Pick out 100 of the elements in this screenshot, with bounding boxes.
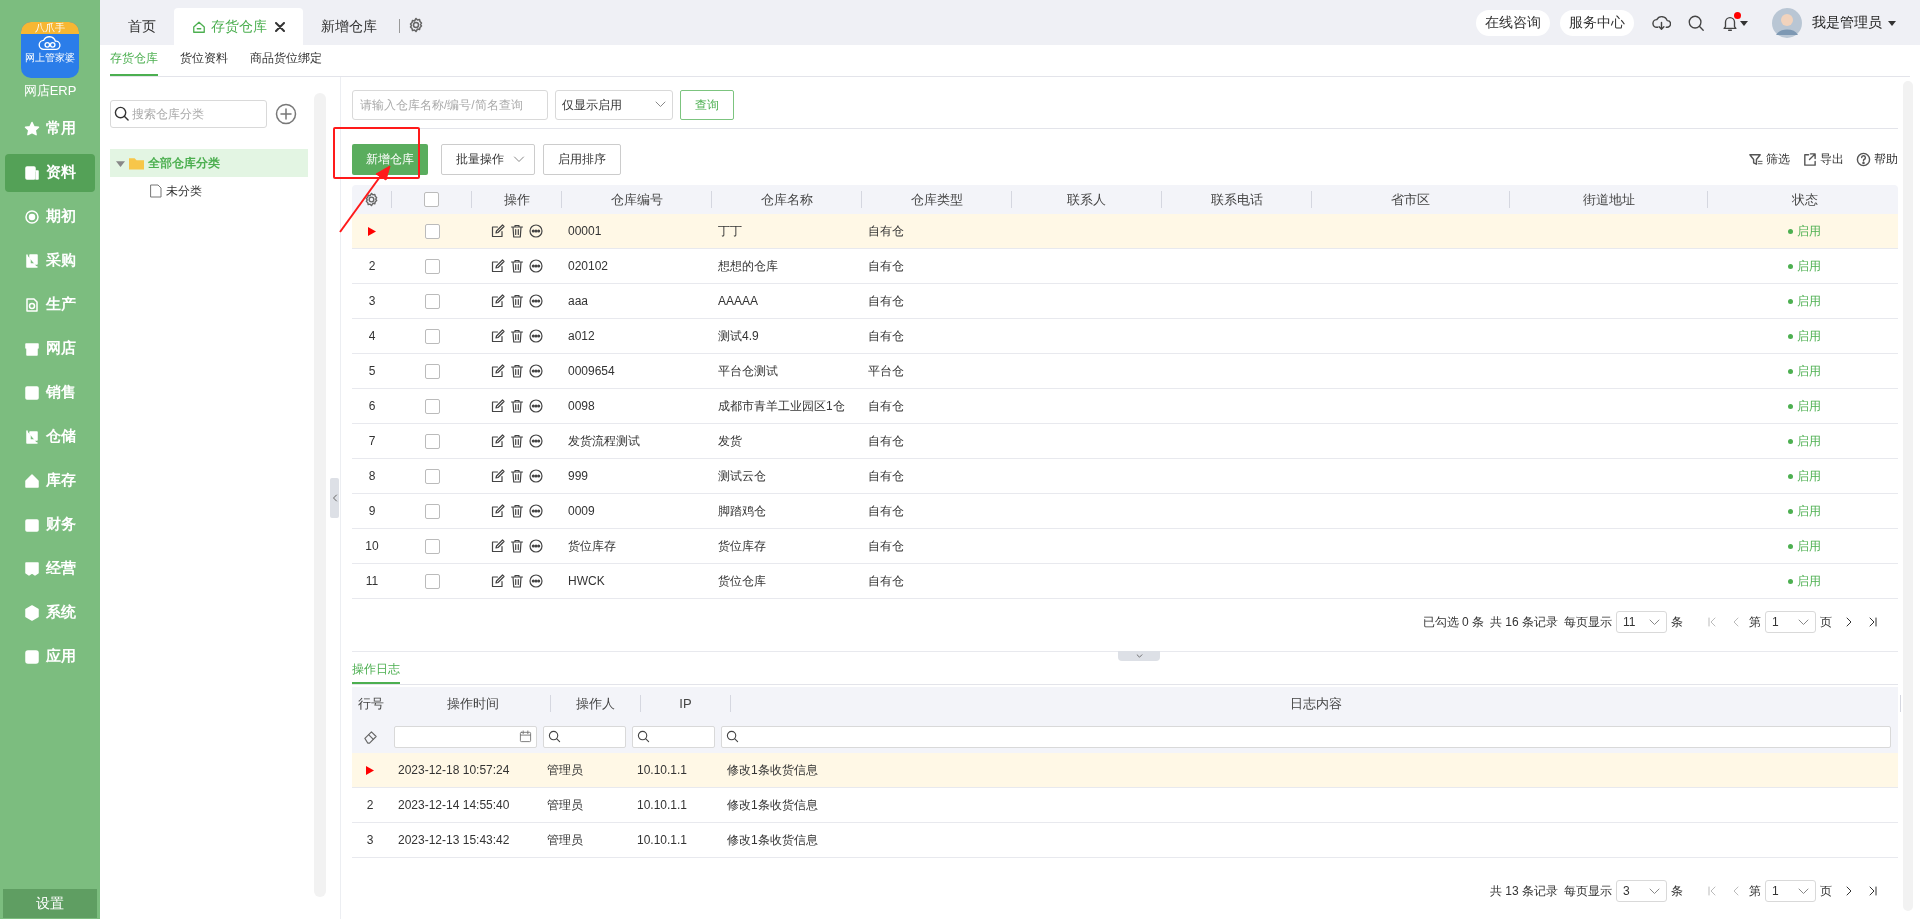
batch-actions-button[interactable]: 批量操作 [441, 143, 535, 175]
table-cell-text: 平台仓测试 [718, 363, 778, 380]
toolbar-link[interactable]: 导出 [1802, 150, 1844, 168]
edit-icon[interactable] [491, 259, 505, 273]
edit-icon[interactable] [491, 329, 505, 343]
checkbox[interactable] [424, 398, 440, 414]
trash-icon[interactable] [510, 539, 524, 553]
trash-icon[interactable] [510, 434, 524, 448]
trash-icon[interactable] [510, 329, 524, 343]
search-field[interactable]: 请输入仓库名称/编号/简名查询 [352, 89, 548, 120]
checkbox[interactable] [424, 192, 439, 207]
search-icon[interactable] [1687, 13, 1705, 32]
table-cell-text: 脚踏鸡仓 [718, 503, 766, 520]
subtab[interactable]: 商品货位绑定 [250, 49, 322, 76]
more-icon[interactable] [529, 224, 543, 238]
header-link[interactable]: 在线咨询 [1476, 9, 1550, 36]
edit-icon[interactable] [491, 504, 505, 518]
toolbar-link[interactable]: 帮助 [1856, 150, 1898, 168]
row-pointer-icon [366, 765, 374, 775]
filter-field[interactable] [632, 725, 715, 748]
more-icon[interactable] [529, 294, 543, 308]
checkbox[interactable] [424, 293, 440, 309]
toolbar-link[interactable]: 筛选 [1748, 150, 1790, 168]
checkbox[interactable] [424, 573, 440, 589]
page-dropdown[interactable]: 1 [1765, 611, 1816, 633]
page-size-dropdown[interactable]: 3 [1616, 880, 1667, 902]
tab[interactable]: 首页 [110, 8, 174, 45]
date-filter-field[interactable] [394, 725, 537, 748]
checkbox[interactable] [424, 363, 440, 379]
checkbox[interactable] [424, 503, 440, 519]
filter-field[interactable] [543, 725, 626, 748]
trash-icon[interactable] [510, 364, 524, 378]
chevron-down-icon [1649, 887, 1660, 895]
cloud-icon [37, 34, 63, 52]
user-menu[interactable]: 我是管理员 [1812, 12, 1896, 33]
more-icon[interactable] [529, 364, 543, 378]
trash-icon[interactable] [510, 574, 524, 588]
table-cell-text: 自有仓 [868, 328, 904, 345]
edit-icon[interactable] [491, 364, 505, 378]
edit-icon[interactable] [491, 574, 505, 588]
search-field[interactable]: 搜索仓库分类 [110, 100, 267, 128]
checkbox[interactable] [424, 258, 440, 274]
collapse-handle[interactable] [330, 478, 339, 518]
checkbox[interactable] [424, 223, 440, 239]
more-icon[interactable] [529, 399, 543, 413]
more-icon[interactable] [529, 504, 543, 518]
checkbox[interactable] [424, 538, 440, 554]
caret-icon[interactable] [1740, 18, 1748, 27]
table-cell-text: 修改1条收货信息 [727, 797, 818, 814]
header-link[interactable]: 服务中心 [1560, 9, 1634, 36]
logo-caption: 网上管家婆 [25, 52, 75, 64]
last-page-icon[interactable] [1868, 617, 1878, 627]
table-row[interactable]: 2023-12-18 10:57:24 管理员 10.10.1.1 修改1条收货信息 [352, 753, 1898, 788]
more-icon[interactable] [529, 329, 543, 343]
table-cell-text: 0009654 [568, 363, 615, 380]
trash-icon[interactable] [510, 399, 524, 413]
more-icon[interactable] [529, 574, 543, 588]
row-number: 7 [368, 433, 376, 450]
cloud-download-icon[interactable] [1652, 13, 1671, 32]
column-header: 状态 [1791, 190, 1818, 209]
settings-icon[interactable] [364, 192, 379, 207]
eraser-icon[interactable] [362, 729, 378, 744]
table-cell-text: 测试4.9 [718, 328, 759, 345]
checkbox[interactable] [424, 433, 440, 449]
sort-toggle-button[interactable]: 启用排序 [543, 143, 621, 175]
subtab[interactable]: 货位资料 [180, 49, 228, 76]
status-dropdown[interactable]: 仅显示启用 [555, 89, 673, 120]
trash-icon[interactable] [510, 504, 524, 518]
edit-icon[interactable] [491, 469, 505, 483]
filter-field[interactable] [721, 725, 1891, 748]
trash-icon[interactable] [510, 294, 524, 308]
edit-icon[interactable] [491, 434, 505, 448]
more-icon[interactable] [529, 539, 543, 553]
table-cell-text: 测试云仓 [718, 468, 766, 485]
edit-icon[interactable] [491, 294, 505, 308]
more-icon[interactable] [529, 434, 543, 448]
next-page-icon[interactable] [1844, 886, 1854, 896]
tree-item[interactable]: 未分类 [110, 177, 308, 205]
hexagon-icon [24, 604, 40, 621]
tab[interactable]: 新增仓库 [303, 8, 395, 45]
checkbox[interactable] [424, 328, 440, 344]
page-size-dropdown[interactable]: 11 [1616, 611, 1667, 633]
more-icon[interactable] [529, 259, 543, 273]
settings-icon[interactable] [408, 17, 424, 33]
close-icon[interactable] [275, 21, 285, 32]
edit-icon[interactable] [491, 539, 505, 553]
table-row[interactable]: 00001 丁丁 自有仓 启用 [352, 214, 1898, 249]
next-page-icon[interactable] [1844, 617, 1854, 627]
page-dropdown[interactable]: 1 [1765, 880, 1816, 902]
checkbox[interactable] [424, 468, 440, 484]
trash-icon[interactable] [510, 469, 524, 483]
more-icon[interactable] [529, 469, 543, 483]
last-page-icon[interactable] [1868, 886, 1878, 896]
edit-icon[interactable] [491, 399, 505, 413]
trash-icon[interactable] [510, 224, 524, 238]
add-circle-icon[interactable] [275, 103, 297, 125]
filter-icon [1748, 151, 1763, 167]
edit-icon[interactable] [491, 224, 505, 238]
splitter-handle[interactable] [1118, 651, 1160, 661]
trash-icon[interactable] [510, 259, 524, 273]
